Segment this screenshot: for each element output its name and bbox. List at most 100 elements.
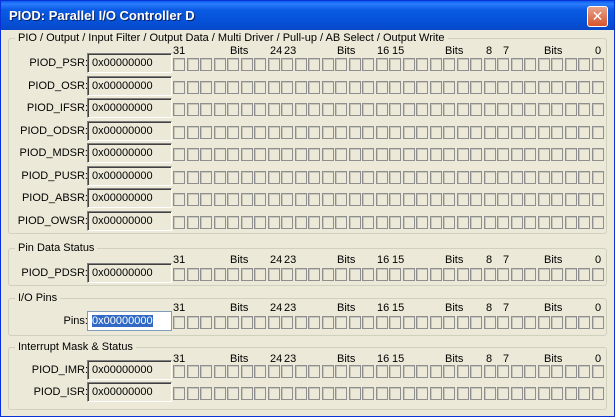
bit-checkbox-0[interactable] bbox=[591, 126, 604, 139]
bit-checkbox-10[interactable] bbox=[456, 171, 469, 184]
bit-checkbox-5[interactable] bbox=[524, 148, 536, 161]
bit-checkbox-0[interactable] bbox=[591, 148, 604, 161]
bit-checkbox-7[interactable] bbox=[497, 316, 509, 329]
bit-checkbox-26[interactable] bbox=[240, 126, 253, 139]
bit-checkbox-12[interactable] bbox=[429, 268, 442, 281]
bit-checkbox-9[interactable] bbox=[470, 103, 482, 116]
bit-checkbox-16[interactable] bbox=[375, 387, 388, 400]
bit-checkbox-30[interactable] bbox=[186, 365, 199, 378]
bit-checkbox-13[interactable] bbox=[416, 387, 428, 400]
bit-checkbox-25[interactable] bbox=[254, 103, 266, 116]
bit-checkbox-20[interactable] bbox=[321, 365, 334, 378]
bit-checkbox-23[interactable] bbox=[281, 103, 293, 116]
bit-checkbox-12[interactable] bbox=[429, 387, 442, 400]
bit-checkbox-30[interactable] bbox=[186, 103, 199, 116]
bit-checkbox-7[interactable] bbox=[497, 126, 509, 139]
bit-checkbox-5[interactable] bbox=[524, 216, 536, 229]
bit-checkbox-24[interactable] bbox=[267, 126, 280, 139]
bit-checkbox-22[interactable] bbox=[294, 126, 307, 139]
bit-checkbox-30[interactable] bbox=[186, 216, 199, 229]
bit-checkbox-25[interactable] bbox=[254, 148, 266, 161]
bit-checkbox-22[interactable] bbox=[294, 216, 307, 229]
bit-checkbox-20[interactable] bbox=[321, 171, 334, 184]
bit-checkbox-2[interactable] bbox=[564, 316, 577, 329]
bit-checkbox-6[interactable] bbox=[510, 148, 523, 161]
bit-checkbox-29[interactable] bbox=[200, 58, 212, 71]
bit-checkbox-9[interactable] bbox=[470, 126, 482, 139]
bit-checkbox-15[interactable] bbox=[389, 148, 401, 161]
bit-checkbox-27[interactable] bbox=[227, 193, 239, 206]
bit-checkbox-8[interactable] bbox=[483, 81, 496, 94]
bit-checkbox-7[interactable] bbox=[497, 193, 509, 206]
bit-checkbox-18[interactable] bbox=[348, 316, 361, 329]
bit-checkbox-22[interactable] bbox=[294, 103, 307, 116]
bit-checkbox-30[interactable] bbox=[186, 268, 199, 281]
bit-checkbox-24[interactable] bbox=[267, 316, 280, 329]
bit-checkbox-18[interactable] bbox=[348, 365, 361, 378]
bit-checkbox-9[interactable] bbox=[470, 387, 482, 400]
bit-checkbox-1[interactable] bbox=[578, 148, 590, 161]
bit-checkbox-31[interactable] bbox=[173, 316, 185, 329]
bit-checkbox-0[interactable] bbox=[591, 81, 604, 94]
bit-checkbox-27[interactable] bbox=[227, 171, 239, 184]
bit-checkbox-17[interactable] bbox=[362, 365, 374, 378]
bit-checkbox-22[interactable] bbox=[294, 387, 307, 400]
bit-checkbox-20[interactable] bbox=[321, 316, 334, 329]
bit-checkbox-1[interactable] bbox=[578, 58, 590, 71]
bit-checkbox-5[interactable] bbox=[524, 268, 536, 281]
bit-checkbox-6[interactable] bbox=[510, 268, 523, 281]
bit-checkbox-13[interactable] bbox=[416, 81, 428, 94]
bit-checkbox-16[interactable] bbox=[375, 148, 388, 161]
bit-checkbox-14[interactable] bbox=[402, 387, 415, 400]
bit-checkbox-11[interactable] bbox=[443, 126, 455, 139]
bit-checkbox-28[interactable] bbox=[213, 81, 226, 94]
bit-checkbox-13[interactable] bbox=[416, 268, 428, 281]
bit-checkbox-17[interactable] bbox=[362, 171, 374, 184]
bit-checkbox-21[interactable] bbox=[308, 216, 320, 229]
bit-checkbox-7[interactable] bbox=[497, 58, 509, 71]
bit-checkbox-8[interactable] bbox=[483, 148, 496, 161]
bit-checkbox-3[interactable] bbox=[551, 216, 563, 229]
bit-checkbox-28[interactable] bbox=[213, 126, 226, 139]
bit-checkbox-8[interactable] bbox=[483, 268, 496, 281]
bit-checkbox-19[interactable] bbox=[335, 103, 347, 116]
bit-checkbox-2[interactable] bbox=[564, 81, 577, 94]
bit-checkbox-0[interactable] bbox=[591, 58, 604, 71]
bit-checkbox-20[interactable] bbox=[321, 268, 334, 281]
bit-checkbox-20[interactable] bbox=[321, 387, 334, 400]
bit-checkbox-7[interactable] bbox=[497, 365, 509, 378]
bit-checkbox-19[interactable] bbox=[335, 387, 347, 400]
bit-checkbox-12[interactable] bbox=[429, 103, 442, 116]
bit-checkbox-18[interactable] bbox=[348, 268, 361, 281]
bit-checkbox-20[interactable] bbox=[321, 81, 334, 94]
bit-checkbox-15[interactable] bbox=[389, 103, 401, 116]
bit-checkbox-16[interactable] bbox=[375, 58, 388, 71]
bit-checkbox-9[interactable] bbox=[470, 316, 482, 329]
bit-checkbox-5[interactable] bbox=[524, 81, 536, 94]
bit-checkbox-24[interactable] bbox=[267, 193, 280, 206]
bit-checkbox-1[interactable] bbox=[578, 216, 590, 229]
bit-checkbox-28[interactable] bbox=[213, 365, 226, 378]
bit-checkbox-26[interactable] bbox=[240, 216, 253, 229]
bit-checkbox-12[interactable] bbox=[429, 316, 442, 329]
bit-checkbox-1[interactable] bbox=[578, 268, 590, 281]
bit-checkbox-24[interactable] bbox=[267, 216, 280, 229]
bit-checkbox-29[interactable] bbox=[200, 316, 212, 329]
bit-checkbox-28[interactable] bbox=[213, 148, 226, 161]
bit-checkbox-4[interactable] bbox=[537, 81, 550, 94]
bit-checkbox-13[interactable] bbox=[416, 216, 428, 229]
bit-checkbox-15[interactable] bbox=[389, 193, 401, 206]
bit-checkbox-25[interactable] bbox=[254, 216, 266, 229]
bit-checkbox-24[interactable] bbox=[267, 365, 280, 378]
bit-checkbox-10[interactable] bbox=[456, 126, 469, 139]
bit-checkbox-25[interactable] bbox=[254, 193, 266, 206]
bit-checkbox-31[interactable] bbox=[173, 365, 185, 378]
bit-checkbox-28[interactable] bbox=[213, 193, 226, 206]
bit-checkbox-16[interactable] bbox=[375, 365, 388, 378]
bit-checkbox-6[interactable] bbox=[510, 126, 523, 139]
bit-checkbox-5[interactable] bbox=[524, 365, 536, 378]
bit-checkbox-14[interactable] bbox=[402, 316, 415, 329]
bit-checkbox-3[interactable] bbox=[551, 387, 563, 400]
bit-checkbox-16[interactable] bbox=[375, 126, 388, 139]
bit-checkbox-28[interactable] bbox=[213, 268, 226, 281]
